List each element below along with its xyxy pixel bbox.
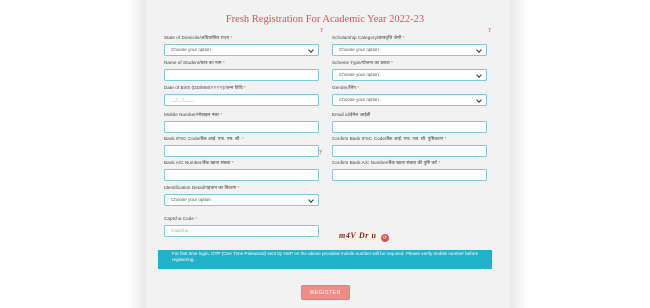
register-button[interactable]: REGISTER — [301, 285, 350, 300]
confirm-ifsc-input[interactable] — [332, 145, 487, 157]
confirm-account-input[interactable] — [332, 169, 487, 181]
dob-label: Date of Birth (DD/MM/YYYY)/जन्म तिथि * — [164, 85, 246, 90]
email-input[interactable] — [332, 121, 487, 133]
ifsc-input[interactable] — [164, 145, 319, 157]
name-input[interactable] — [164, 69, 319, 81]
email-label: Email id/ईमेल आईडी — [332, 112, 371, 117]
gender-select[interactable]: Choose your option — [332, 94, 487, 106]
captcha-input[interactable]: Captcha — [164, 225, 319, 237]
scholarship-select[interactable]: Choose your option — [332, 44, 487, 56]
mobile-label: Mobile Number/मोबाइल नंबर * — [164, 112, 223, 117]
id-detail-label: Identification Detail/पहचान का विवरण * — [164, 185, 240, 190]
gender-label: Gender/लिंग * — [332, 85, 360, 90]
ifsc-help-icon[interactable]: ? — [319, 150, 322, 156]
refresh-captcha-icon[interactable]: ⟳ — [381, 234, 389, 242]
page-title: Fresh Registration For Academic Year 202… — [225, 14, 425, 25]
state-select[interactable]: Choose your option — [164, 44, 319, 56]
otp-info-banner: For first time login, OTP (One Time Pass… — [158, 250, 492, 269]
dob-input[interactable]: __/__/____ — [164, 94, 319, 106]
mobile-input[interactable] — [164, 121, 319, 133]
scheme-label: Scheme Type/योजना का प्रकार * — [332, 60, 393, 65]
account-input[interactable] — [164, 169, 319, 181]
ifsc-label: Bank IFSC Code/बैंक आई. एफ. एस. सी. * — [164, 136, 244, 141]
state-label: State of Domicile/अधिवासित राज्य * — [164, 35, 233, 40]
captcha-image: m4V Dr u — [333, 229, 377, 243]
scholarship-label: Scholarship Category/छात्रवृत्ति श्रेणी … — [332, 35, 405, 40]
scholarship-help-icon[interactable]: ? — [488, 28, 491, 34]
id-detail-select[interactable]: Choose your option — [164, 194, 319, 206]
scheme-select[interactable]: Choose your option — [332, 69, 487, 81]
account-label: Bank A/C Number/बैंक खाता संख्या * — [164, 160, 234, 165]
name-label: Name of Student/छात्र का नाम * — [164, 60, 225, 65]
right-shadow — [510, 0, 528, 308]
left-shadow — [128, 0, 146, 308]
confirm-account-label: Confirm Bank A/C Number/बैंक खाता संख्या… — [332, 160, 441, 165]
confirm-ifsc-label: Confirm Bank IFSC Code/बैंक आई. एफ. एस. … — [332, 136, 447, 141]
state-help-icon[interactable]: ? — [320, 28, 323, 34]
captcha-label: Captcha Code * — [164, 216, 198, 221]
